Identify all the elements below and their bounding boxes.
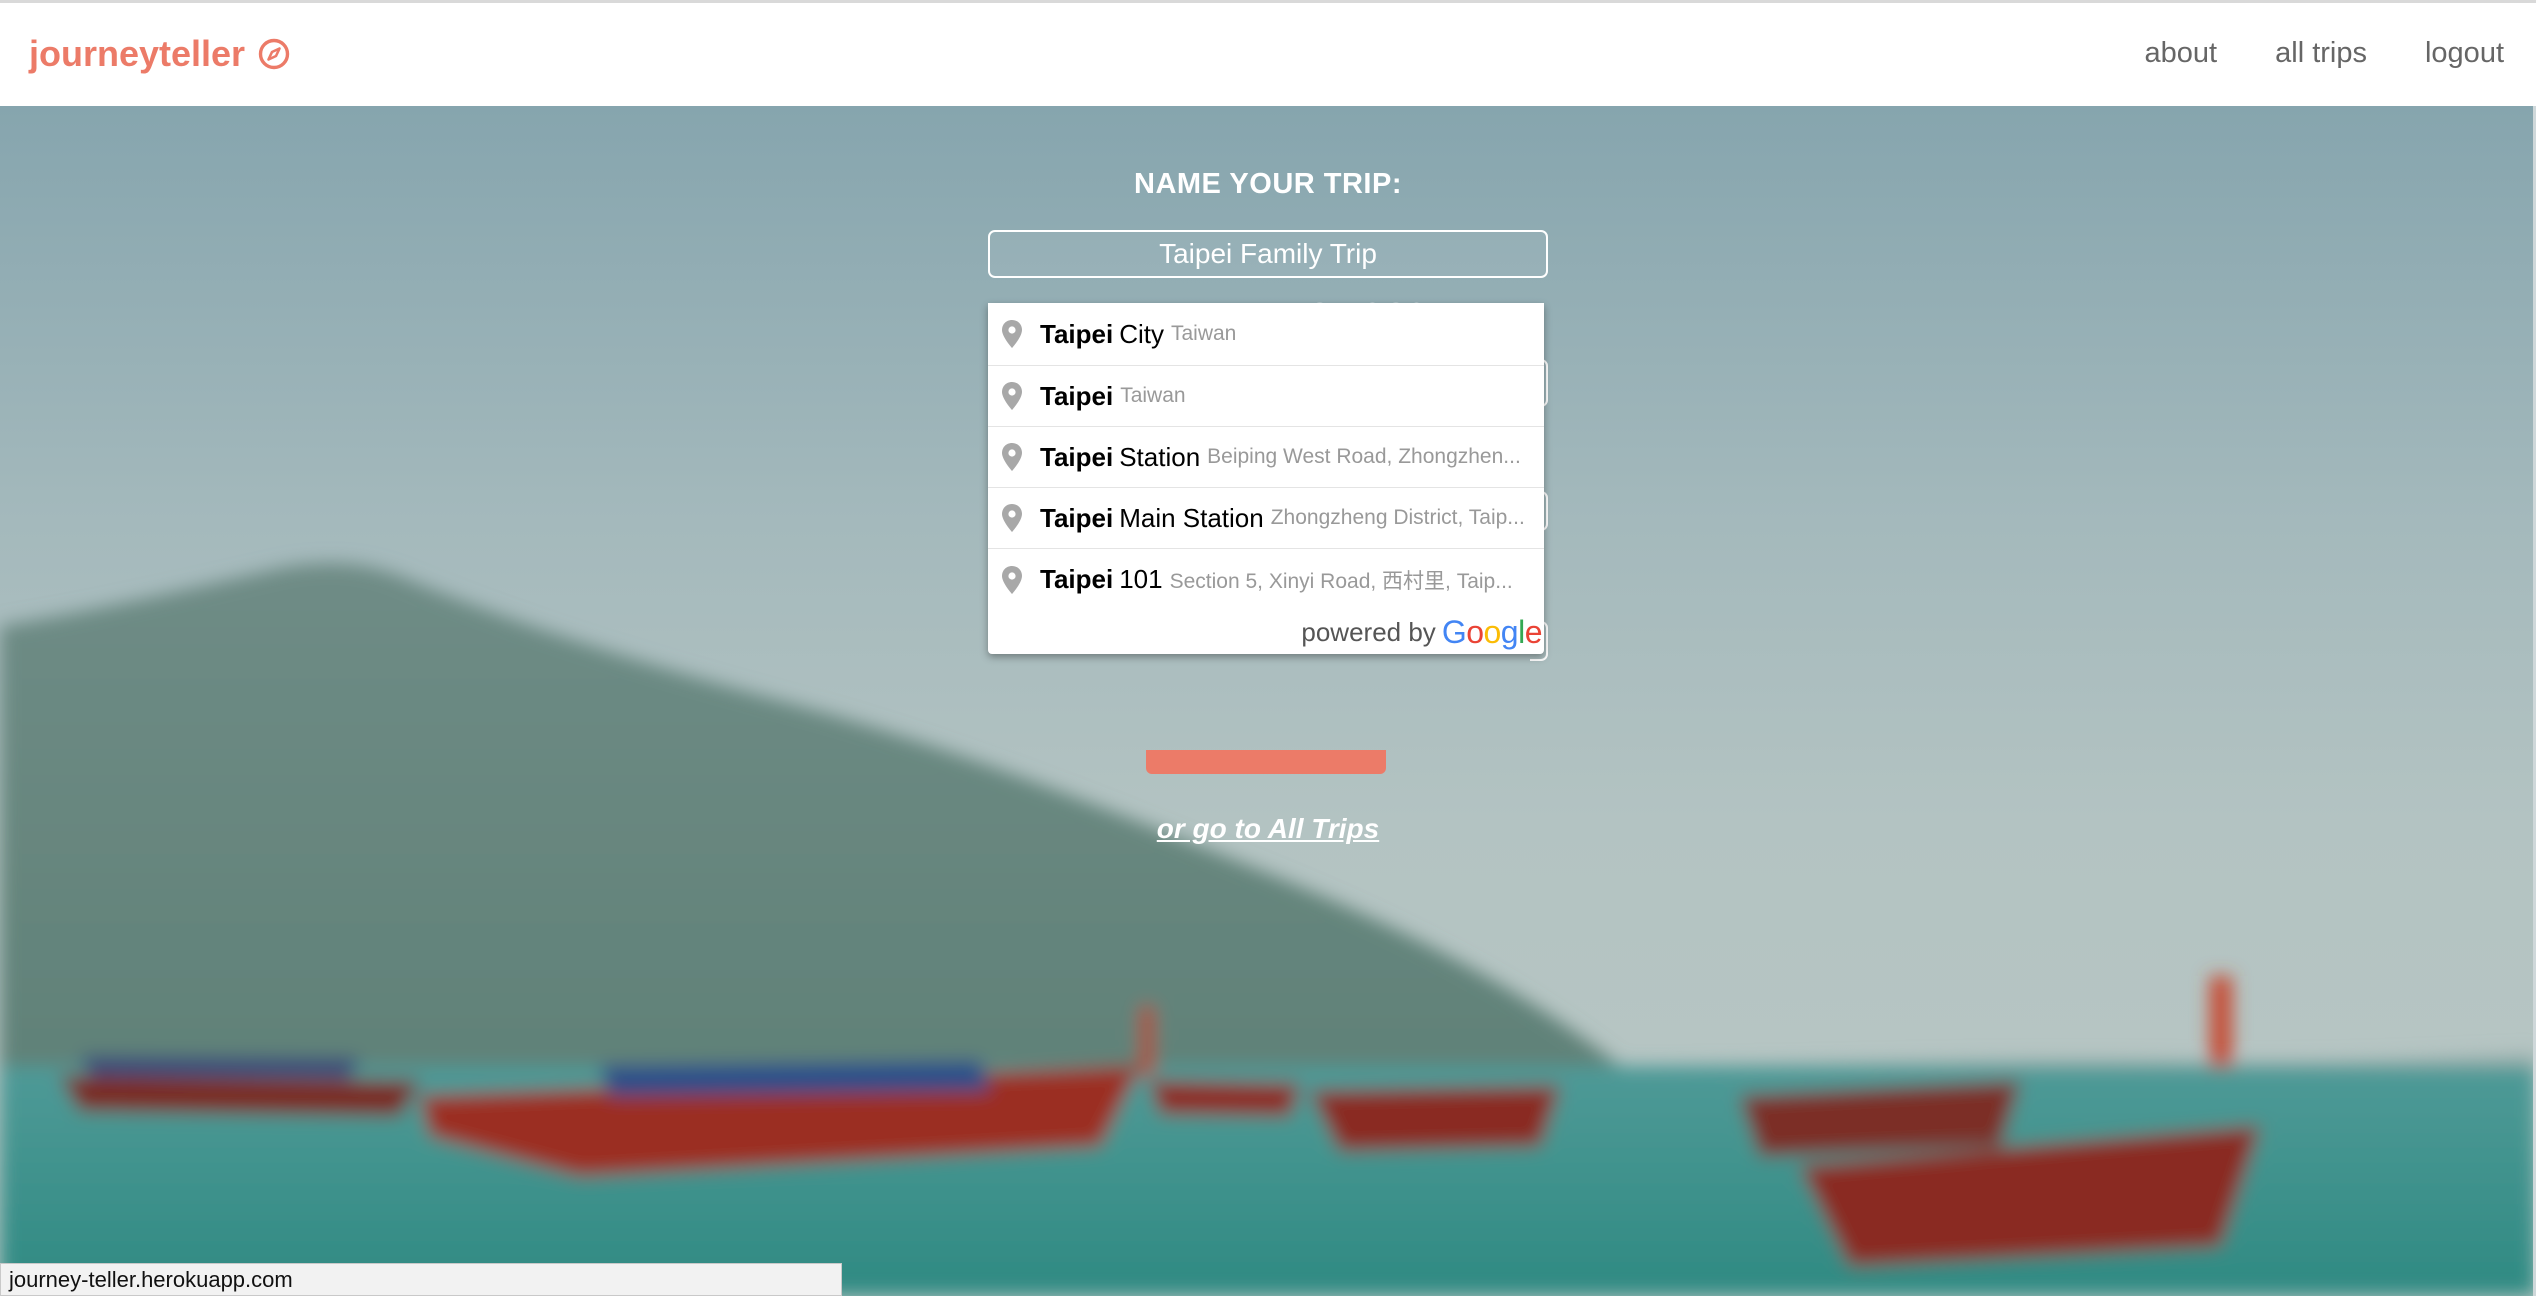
trip-name-label: NAME YOUR TRIP: [1134, 168, 1402, 200]
autocomplete-suggestion[interactable]: Taipei Main Station Zhongzheng District,… [988, 488, 1544, 549]
suggestion-location: Taiwan [1120, 384, 1186, 407]
trip-name-input[interactable] [988, 230, 1548, 278]
all-trips-link[interactable]: or go to All Trips [0, 813, 2536, 845]
brand-name: journeyteller [29, 33, 246, 74]
suggestion-match: Taipei [1040, 502, 1114, 533]
navbar: journeyteller about all trips logout [0, 0, 2536, 106]
nav-links: about all trips logout [2145, 37, 2504, 70]
suggestion-match: Taipei [1040, 441, 1114, 472]
autocomplete-suggestion[interactable]: Taipei Taiwan [988, 366, 1544, 427]
suggestion-name: 101 [1119, 564, 1163, 594]
map-pin-icon [1002, 443, 1022, 471]
map-pin-icon [1002, 382, 1022, 410]
compass-icon [258, 38, 290, 70]
suggestion-location: Beiping West Road, Zhongzhen... [1207, 445, 1521, 468]
suggestion-match: Taipei [1040, 564, 1114, 594]
suggestion-location: Taiwan [1170, 322, 1237, 345]
nav-link-logout[interactable]: logout [2425, 37, 2504, 70]
autocomplete-suggestion[interactable]: Taipei Station Beiping West Road, Zhongz… [988, 427, 1544, 488]
google-logo: Google [1441, 613, 1543, 650]
map-pin-icon [1002, 565, 1022, 594]
powered-by-google: powered by Google [988, 610, 1544, 654]
suggestion-name: Main Station [1119, 502, 1264, 533]
suggestion-name: City [1119, 318, 1164, 349]
nav-link-all-trips[interactable]: all trips [2275, 37, 2367, 70]
map-pin-icon [1002, 320, 1022, 348]
suggestion-match: Taipei [1040, 318, 1114, 349]
suggestion-match: Taipei [1040, 380, 1114, 411]
autocomplete-suggestion[interactable]: Taipei 101 Section 5, Xinyi Road, 西村里, T… [988, 549, 1544, 610]
nav-link-about[interactable]: about [2145, 37, 2218, 70]
submit-button[interactable] [1146, 750, 1386, 774]
suggestion-location: Section 5, Xinyi Road, 西村里, Taip... [1169, 569, 1513, 593]
status-bar-url: journey-teller.herokuapp.com [0, 1263, 842, 1296]
autocomplete-suggestion[interactable]: Taipei City Taiwan [988, 303, 1544, 366]
new-trip-form: NAME YOUR TRIP: WHERE DID YOU GO? or go … [0, 106, 2536, 1296]
powered-by-text: powered by [1301, 616, 1436, 647]
suggestion-location: Zhongzheng District, Taip... [1270, 506, 1525, 529]
brand-logo[interactable]: journeyteller [29, 33, 291, 75]
autocomplete-dropdown: Taipei City Taiwan Taipei Taiwan Taipei … [988, 303, 1544, 654]
suggestion-name: Station [1119, 441, 1201, 472]
map-pin-icon [1002, 504, 1022, 532]
